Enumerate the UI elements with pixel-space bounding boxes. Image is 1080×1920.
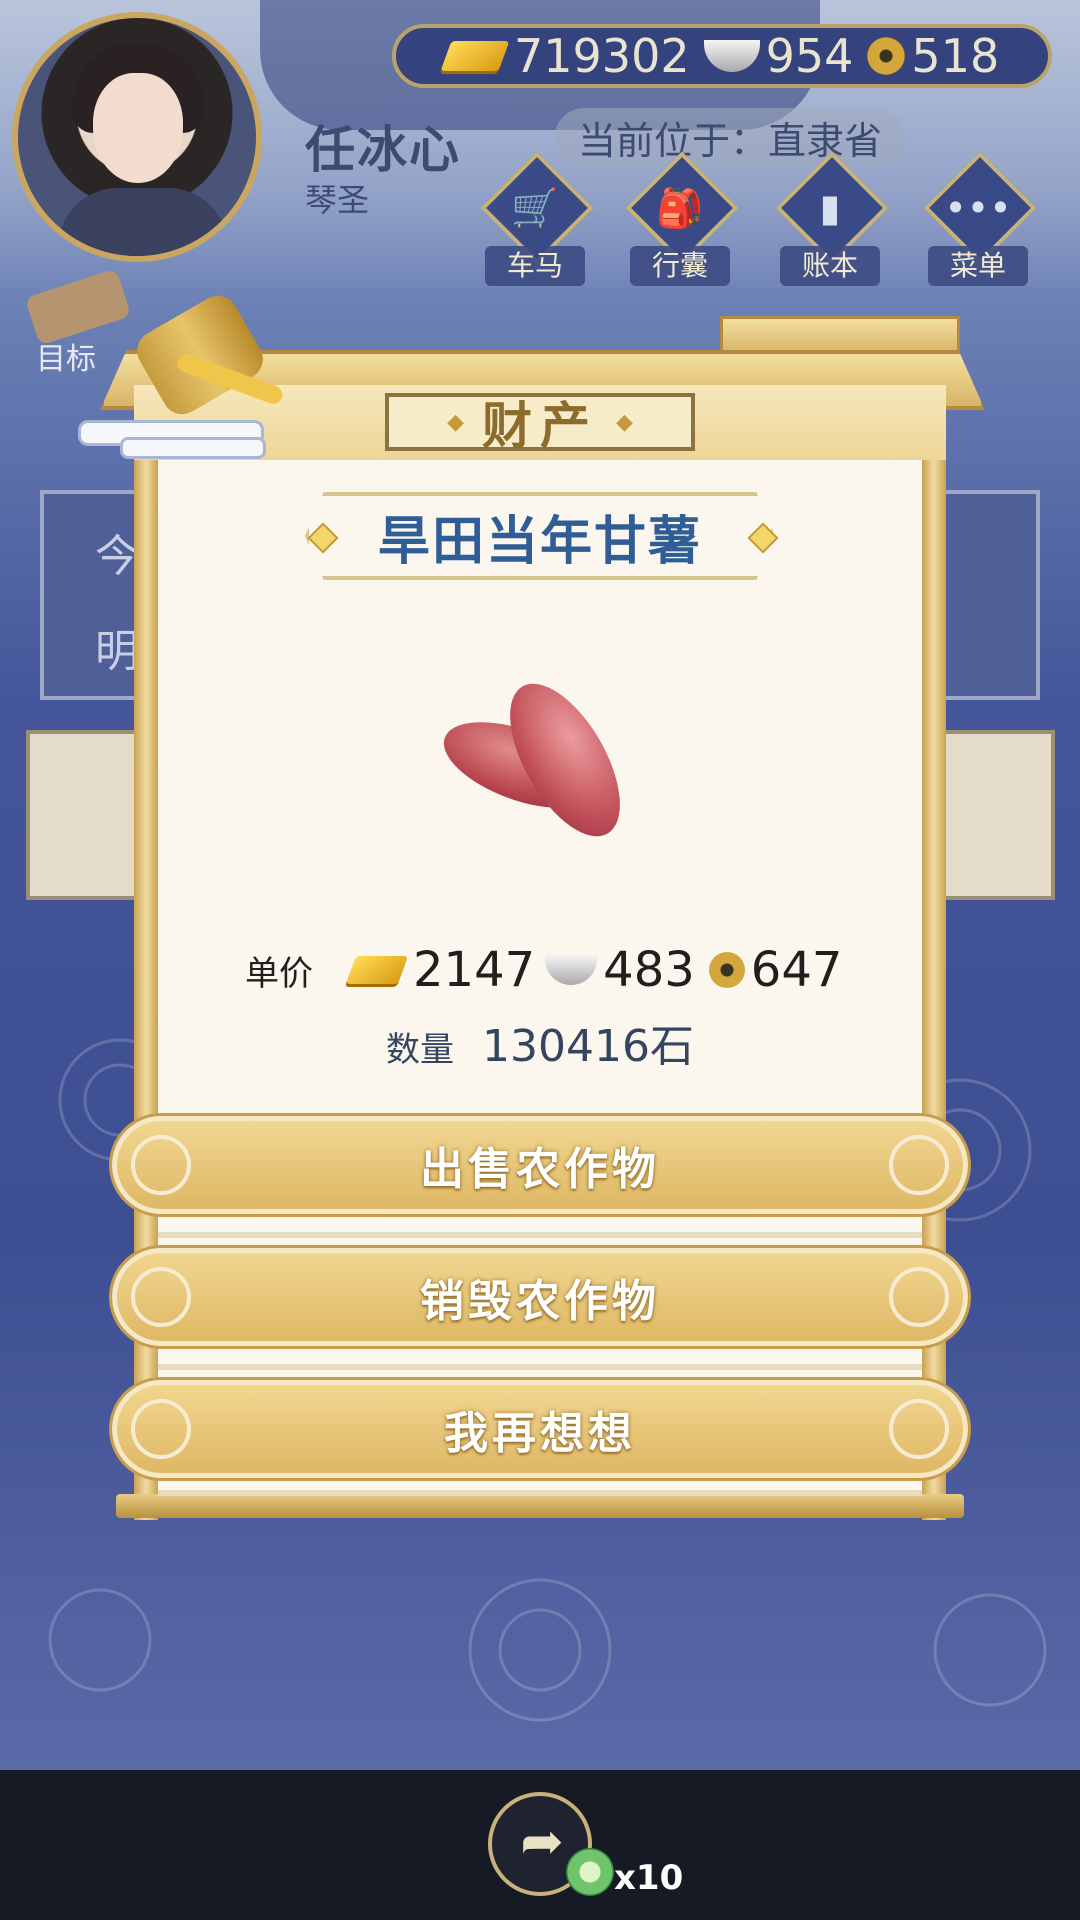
divider <box>158 1364 922 1370</box>
background-card-left <box>26 730 146 900</box>
silver-ingot-icon <box>703 40 760 72</box>
destroy-crops-label: 销毁农作物 <box>420 1276 660 1327</box>
copper-coin-icon <box>708 952 745 988</box>
sell-crops-label: 出售农作物 <box>420 1144 660 1195</box>
sell-crops-button[interactable]: 出售农作物 <box>112 1116 968 1214</box>
gold-ingot-icon <box>440 41 510 71</box>
jade-coin-icon <box>566 1848 614 1896</box>
silver-ingot-icon <box>545 955 598 985</box>
quantity-label: 数量 <box>386 1030 455 1070</box>
dialog-base <box>116 1494 964 1518</box>
reconsider-label: 我再想想 <box>444 1408 636 1459</box>
title-ornament-right: ◆ <box>616 409 633 435</box>
cloud-ornament-icon <box>889 1135 949 1195</box>
nav-carriage-label: 车马 <box>485 246 585 286</box>
price-gold: 2147 <box>413 942 536 998</box>
destroy-crops-button[interactable]: 销毁农作物 <box>112 1248 968 1346</box>
nav-menu-button[interactable]: ••• 菜单 <box>918 151 1038 288</box>
player-name: 任冰心 <box>305 121 461 179</box>
cloud-ornament-icon <box>889 1399 949 1459</box>
item-name: 旱田当年甘薯 <box>377 511 702 572</box>
dialog-title-frame: ◆ 财产 ◆ <box>385 393 695 455</box>
dialog-pillar-right <box>922 460 946 1520</box>
carriage-icon: 🛒 <box>511 186 559 230</box>
player-avatar[interactable] <box>12 12 262 262</box>
nav-ledger-button[interactable]: ▮ 账本 <box>770 151 890 288</box>
item-name-banner: 旱田当年甘薯 <box>305 492 775 580</box>
bag-icon: 🎒 <box>656 186 704 230</box>
unit-price-label: 单价 <box>245 953 313 994</box>
copper-amount: 518 <box>911 29 1000 83</box>
ledger-icon: ▮ <box>819 186 841 230</box>
reconsider-button[interactable]: 我再想想 <box>112 1380 968 1478</box>
title-ornament-left: ◆ <box>447 409 464 435</box>
share-reward-count: x10 <box>614 1858 684 1898</box>
unit-price-row: 单价 2147 483 647 <box>245 940 865 1000</box>
cloud-ornament-icon <box>889 1267 949 1327</box>
dialog-pillar-left <box>134 460 158 1520</box>
share-icon: ➦ <box>520 1812 564 1872</box>
gold-ingot-icon <box>345 956 409 984</box>
nav-ledger-label: 账本 <box>780 246 880 286</box>
background-panel-right <box>930 490 1040 700</box>
divider <box>158 1490 922 1496</box>
nav-menu-label: 菜单 <box>928 246 1028 286</box>
goal-button[interactable]: 目标 <box>18 268 132 377</box>
quantity-value: 130416石 <box>482 1021 694 1072</box>
more-dots-icon: ••• <box>944 186 1012 230</box>
sweet-potato-icon <box>430 666 650 870</box>
silver-amount: 954 <box>765 29 854 83</box>
divider <box>158 1232 922 1238</box>
nav-bag-button[interactable]: 🎒 行囊 <box>620 151 740 288</box>
copper-coin-icon <box>867 37 906 75</box>
price-copper: 647 <box>750 942 843 998</box>
background-card-right <box>935 730 1055 900</box>
straw-bundle-icon <box>125 288 285 422</box>
background-text-today: 今 <box>95 531 139 582</box>
price-silver: 483 <box>603 942 695 998</box>
straw-bundle-body <box>129 288 271 422</box>
cloud-ornament-icon <box>131 1267 191 1327</box>
background-text-tomorrow: 明 <box>95 626 139 677</box>
dialog-title: 财产 <box>482 397 598 455</box>
avatar-face <box>93 73 183 183</box>
gold-amount: 719302 <box>514 29 690 83</box>
cloud-ribbon-decoration-2 <box>120 437 266 459</box>
nav-bag-label: 行囊 <box>630 246 730 286</box>
quantity-row: 数量 130416石 <box>0 1010 1080 1074</box>
player-title: 琴圣 <box>305 181 370 219</box>
avatar-body <box>58 188 228 256</box>
location-label: 当前位于：直隶省 <box>555 108 905 166</box>
cloud-ornament-icon <box>131 1135 191 1195</box>
cloud-ornament-icon <box>131 1399 191 1459</box>
nav-carriage-button[interactable]: 🛒 车马 <box>475 151 595 288</box>
currency-bar: 719302 954 518 <box>392 24 1052 88</box>
